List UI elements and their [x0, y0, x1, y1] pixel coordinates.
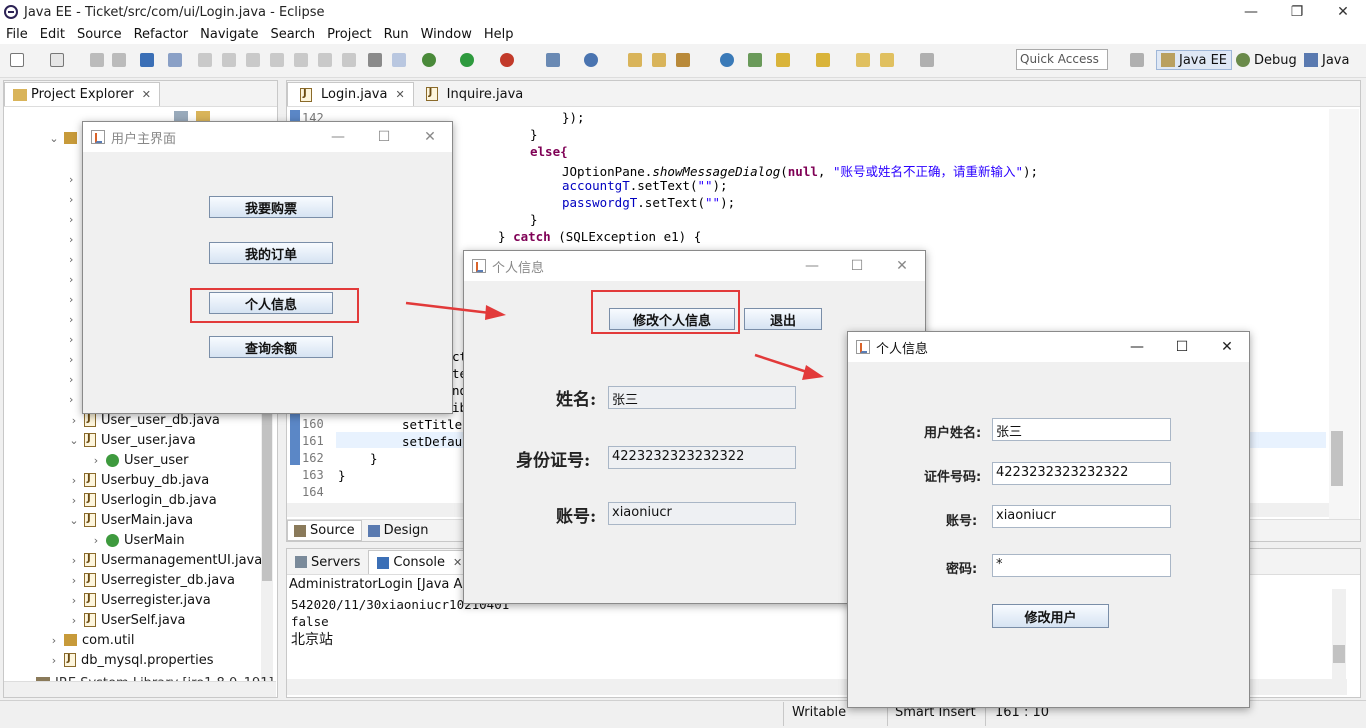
arrow-2 [754, 353, 824, 380]
arrow-1 [405, 301, 506, 320]
annotation-arrows [405, 301, 824, 380]
